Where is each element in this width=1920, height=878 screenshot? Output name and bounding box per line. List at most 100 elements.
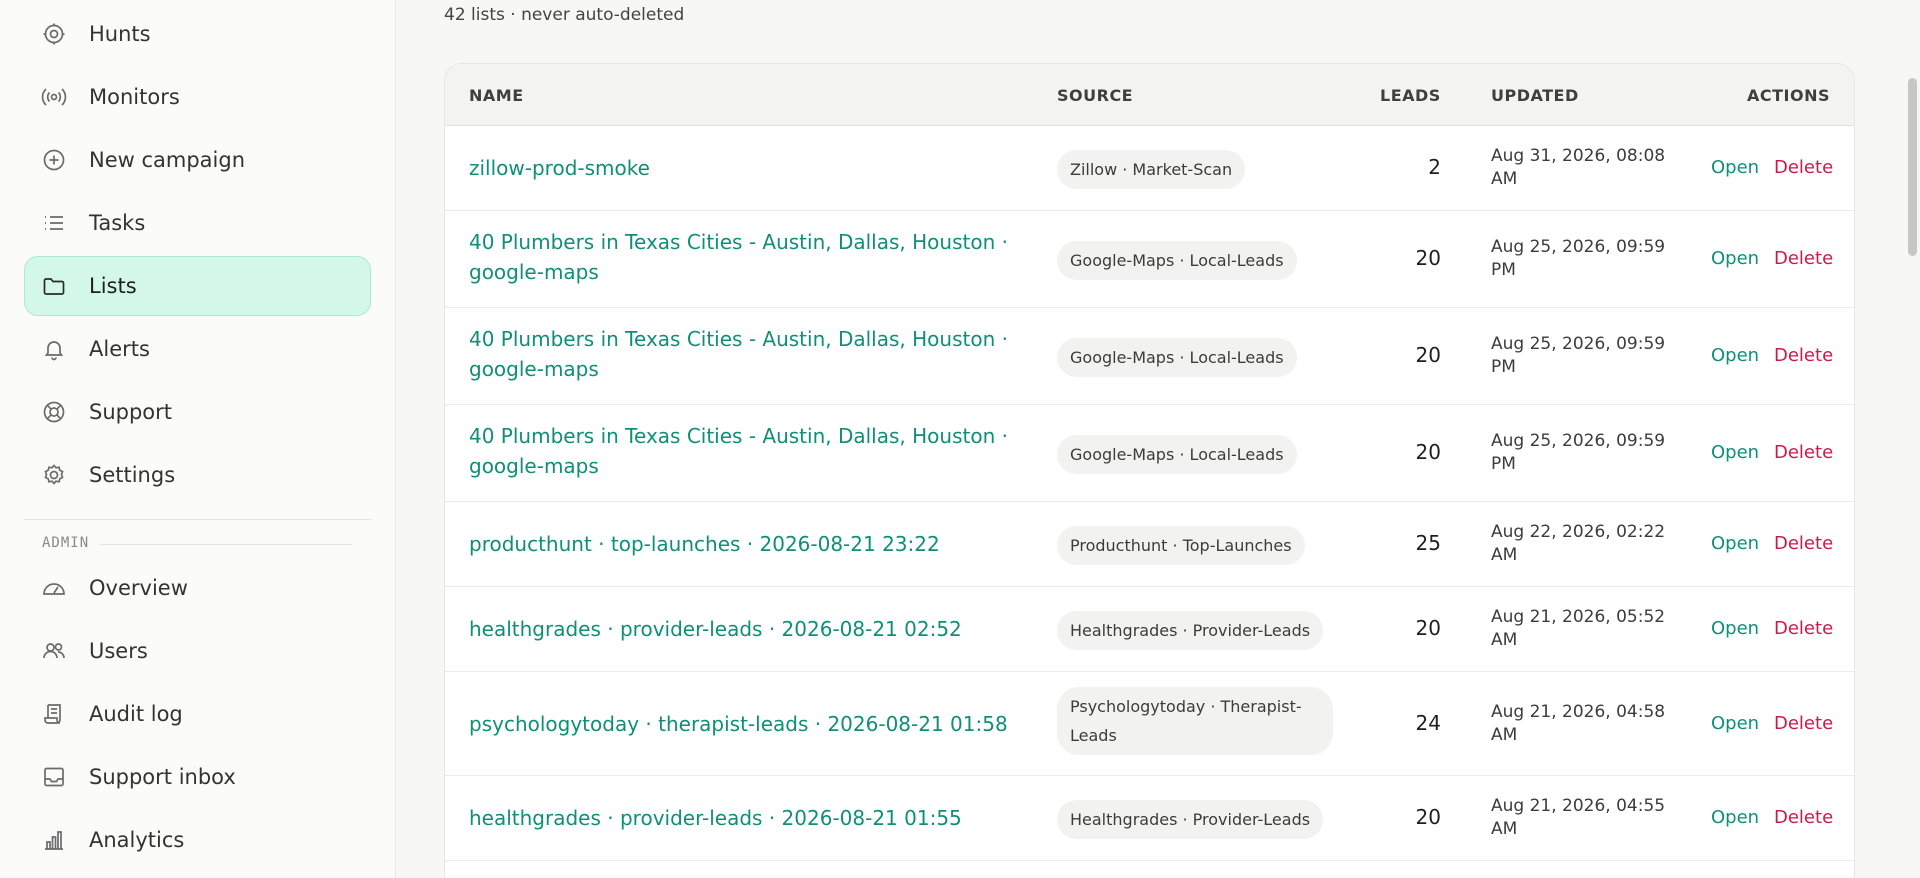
- scrollbar-thumb[interactable]: [1908, 78, 1917, 256]
- leads-count: 20: [1415, 440, 1441, 464]
- sidebar-item-label: Settings: [89, 463, 176, 487]
- updated-timestamp: Aug 21, 2026, 04:58 AM: [1491, 702, 1666, 745]
- folder-icon: [40, 272, 68, 300]
- open-button[interactable]: Open: [1711, 345, 1759, 366]
- sidebar-item-support-inbox[interactable]: Support inbox: [24, 747, 371, 807]
- delete-button[interactable]: Delete: [1774, 618, 1833, 639]
- sidebar-item-label: Monitors: [89, 85, 180, 109]
- leads-count: 24: [1415, 711, 1441, 735]
- table-row: 40 Plumbers in Texas Cities - Austin, Da…: [445, 308, 1854, 405]
- source-badge: Producthunt · Top-Launches: [1057, 526, 1305, 565]
- lists-summary: 42 lists · never auto-deleted: [444, 5, 685, 25]
- broadcast-icon: [40, 83, 68, 111]
- list-icon: [40, 209, 68, 237]
- open-button[interactable]: Open: [1711, 618, 1759, 639]
- source-badge: Google-Maps · Local-Leads: [1057, 241, 1297, 280]
- leads-count: 20: [1415, 343, 1441, 367]
- scroll-icon: [40, 700, 68, 728]
- updated-timestamp: Aug 25, 2026, 09:59 PM: [1491, 334, 1666, 377]
- updated-timestamp: Aug 21, 2026, 04:55 AM: [1491, 796, 1666, 839]
- leads-count: 2: [1428, 155, 1441, 179]
- sidebar-item-label: Analytics: [89, 828, 185, 852]
- sidebar-item-new-campaign[interactable]: New campaign: [24, 130, 371, 190]
- delete-button[interactable]: Delete: [1774, 157, 1833, 178]
- column-header-actions: ACTIONS: [1747, 86, 1831, 105]
- table-row: zillow-prod-smoke Zillow · Market-Scan 2…: [445, 126, 1854, 211]
- sidebar-item-monitors[interactable]: Monitors: [24, 67, 371, 127]
- sidebar-item-label: Tasks: [89, 211, 146, 235]
- open-button[interactable]: Open: [1711, 713, 1759, 734]
- list-name-link[interactable]: psychologytoday · therapist-leads · 2026…: [469, 709, 1029, 739]
- list-name-link[interactable]: producthunt · top-launches · 2026-08-21 …: [469, 529, 1029, 559]
- sidebar-item-label: Support: [89, 400, 173, 424]
- sidebar-item-label: Overview: [89, 576, 188, 600]
- column-header-name: NAME: [469, 86, 524, 105]
- sidebar-item-audit-log[interactable]: Audit log: [24, 684, 371, 744]
- updated-timestamp: Aug 25, 2026, 09:59 PM: [1491, 237, 1666, 280]
- table-row: healthgrades · provider-leads · 2026-08-…: [445, 587, 1854, 672]
- sidebar-item-hunts[interactable]: Hunts: [24, 4, 371, 64]
- sidebar-item-lists[interactable]: Lists: [24, 256, 371, 316]
- source-badge: Psychologytoday · Therapist-Leads: [1057, 687, 1333, 755]
- sidebar-item-alerts[interactable]: Alerts: [24, 319, 371, 379]
- users-icon: [40, 637, 68, 665]
- bell-icon: [40, 335, 68, 363]
- source-badge: Zillow · Market-Scan: [1057, 150, 1246, 189]
- column-header-source: SOURCE: [1057, 86, 1134, 105]
- sidebar-item-settings[interactable]: Settings: [24, 445, 371, 505]
- table-row: producthunt · top-launches · 2026-08-21 …: [445, 502, 1854, 587]
- leads-count: 25: [1415, 531, 1441, 555]
- table-row: healthgrades · provider-leads · 2026-08-…: [445, 776, 1854, 861]
- list-name-link[interactable]: healthgrades · provider-leads · 2026-08-…: [469, 614, 1029, 644]
- sidebar-item-analytics[interactable]: Analytics: [24, 810, 371, 870]
- sidebar-item-users[interactable]: Users: [24, 621, 371, 681]
- gauge-icon: [40, 574, 68, 602]
- sidebar: Hunts Monitors New campaign Tasks Lists …: [0, 0, 396, 878]
- admin-section-label: ADMIN: [42, 535, 90, 551]
- leads-count: 20: [1415, 246, 1441, 270]
- lifebuoy-icon: [40, 398, 68, 426]
- list-name-link[interactable]: healthgrades · provider-leads · 2026-08-…: [469, 803, 1029, 833]
- sidebar-item-support[interactable]: Support: [24, 382, 371, 442]
- leads-count: 20: [1415, 805, 1441, 829]
- target-icon: [40, 20, 68, 48]
- source-badge: Healthgrades · Provider-Leads: [1057, 611, 1324, 650]
- source-badge: Healthgrades · Provider-Leads: [1057, 800, 1324, 839]
- updated-timestamp: Aug 22, 2026, 02:22 AM: [1491, 522, 1666, 565]
- sidebar-item-label: Alerts: [89, 337, 150, 361]
- delete-button[interactable]: Delete: [1774, 345, 1833, 366]
- table-row: 40 Plumbers in Texas Cities - Austin, Da…: [445, 211, 1854, 308]
- sidebar-item-label: Support inbox: [89, 765, 236, 789]
- updated-timestamp: Aug 31, 2026, 08:08 AM: [1491, 146, 1666, 189]
- lists-table: NAME SOURCE LEADS UPDATED ACTIONS zillow…: [444, 63, 1855, 878]
- list-name-link[interactable]: 40 Plumbers in Texas Cities - Austin, Da…: [469, 421, 1029, 481]
- list-name-link[interactable]: 40 Plumbers in Texas Cities - Austin, Da…: [469, 324, 1029, 384]
- delete-button[interactable]: Delete: [1774, 248, 1833, 269]
- open-button[interactable]: Open: [1711, 533, 1759, 554]
- bar-chart-icon: [40, 826, 68, 854]
- open-button[interactable]: Open: [1711, 442, 1759, 463]
- sidebar-item-label: Lists: [89, 274, 137, 298]
- open-button[interactable]: Open: [1711, 157, 1759, 178]
- updated-timestamp: Aug 21, 2026, 05:52 AM: [1491, 607, 1666, 650]
- table-row: 40 Plumbers in Texas Cities - Austin, Da…: [445, 405, 1854, 502]
- delete-button[interactable]: Delete: [1774, 533, 1833, 554]
- delete-button[interactable]: Delete: [1774, 713, 1833, 734]
- delete-button[interactable]: Delete: [1774, 442, 1833, 463]
- main-content: 42 lists · never auto-deleted NAME SOURC…: [397, 0, 1920, 878]
- open-button[interactable]: Open: [1711, 807, 1759, 828]
- column-header-leads: LEADS: [1380, 86, 1441, 105]
- leads-count: 20: [1415, 616, 1441, 640]
- delete-button[interactable]: Delete: [1774, 807, 1833, 828]
- sidebar-item-label: New campaign: [89, 148, 246, 172]
- updated-timestamp: Aug 25, 2026, 09:59 PM: [1491, 431, 1666, 474]
- scrollbar-track[interactable]: [1904, 0, 1920, 878]
- list-name-link[interactable]: 40 Plumbers in Texas Cities - Austin, Da…: [469, 227, 1029, 287]
- open-button[interactable]: Open: [1711, 248, 1759, 269]
- gear-icon: [40, 461, 68, 489]
- list-name-link[interactable]: zillow-prod-smoke: [469, 153, 1029, 183]
- sidebar-item-tasks[interactable]: Tasks: [24, 193, 371, 253]
- table-header: NAME SOURCE LEADS UPDATED ACTIONS: [445, 64, 1854, 126]
- sidebar-item-label: Hunts: [89, 22, 151, 46]
- sidebar-item-overview[interactable]: Overview: [24, 558, 371, 618]
